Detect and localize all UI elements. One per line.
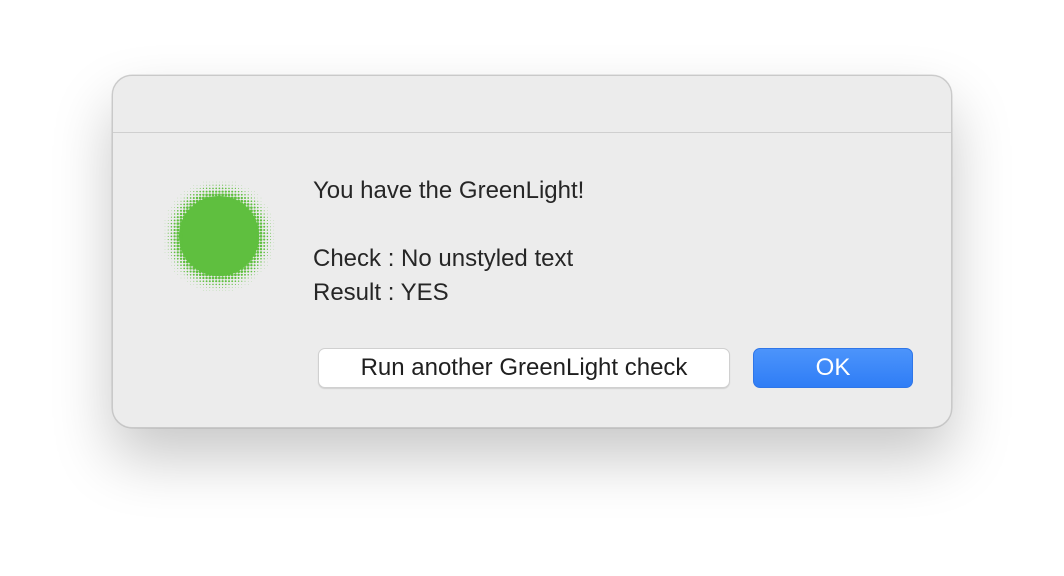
greenlight-icon <box>161 178 277 294</box>
dialog-titlebar <box>113 76 951 133</box>
run-another-check-button[interactable]: Run another GreenLight check <box>318 348 730 388</box>
message-check: Check : No unstyled text <box>313 245 574 272</box>
message-title: You have the GreenLight! <box>313 177 585 204</box>
dialog-message: You have the GreenLight! Check : No unst… <box>313 174 584 310</box>
ok-button[interactable]: OK <box>753 348 913 388</box>
message-result: Result : YES <box>313 279 449 306</box>
alert-dialog: You have the GreenLight! Check : No unst… <box>112 75 952 428</box>
greenlight-halftone-circle-icon <box>164 181 275 292</box>
screen: You have the GreenLight! Check : No unst… <box>0 0 1064 576</box>
